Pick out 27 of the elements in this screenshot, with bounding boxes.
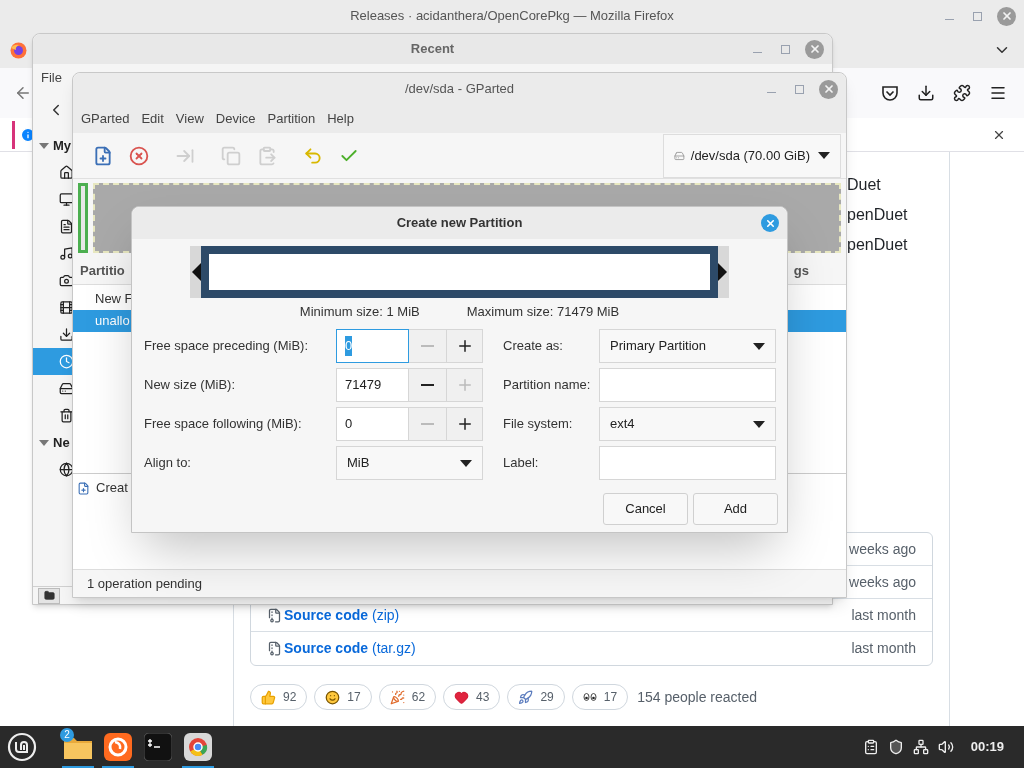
status-text: 1 operation pending: [87, 574, 202, 593]
window-title: /dev/sda - GParted: [403, 80, 516, 99]
maximum-size-text: Maximum size: 71479 MiB: [466, 303, 620, 320]
asset-date: last month: [851, 639, 916, 658]
dialog-title: Create new Partition: [395, 214, 524, 233]
window-title: Recent: [409, 40, 456, 59]
asset-date: last month: [851, 605, 916, 625]
badge: 2: [60, 728, 74, 742]
page-text: penDuet: [847, 205, 909, 225]
field-label: Free space preceding (MiB):: [144, 337, 309, 356]
sidebar-heading: My: [53, 136, 72, 155]
page-text: penDuet: [847, 235, 909, 255]
field-label: File system:: [503, 415, 574, 434]
field-label: Free space following (MiB):: [144, 415, 303, 434]
reactions-summary: 154 people reacted: [637, 687, 758, 707]
sidebar-heading: Ne: [53, 433, 70, 452]
asset-date: weeks ago: [849, 572, 916, 592]
field-label: New size (MiB):: [144, 376, 236, 395]
operation-item: Creat: [96, 479, 128, 498]
page-text: Duet: [847, 175, 882, 195]
minimum-size-text: Minimum size: 1 MiB: [299, 303, 420, 320]
asset-date: weeks ago: [849, 539, 916, 559]
field-label: Create as:: [503, 337, 564, 356]
field-label: Label:: [503, 454, 540, 473]
window-title: Releases · acidanthera/OpenCorePkg — Mozilla Firefox: [349, 7, 675, 26]
field-label: Partition name:: [503, 376, 592, 395]
field-label: Align to:: [144, 454, 192, 473]
